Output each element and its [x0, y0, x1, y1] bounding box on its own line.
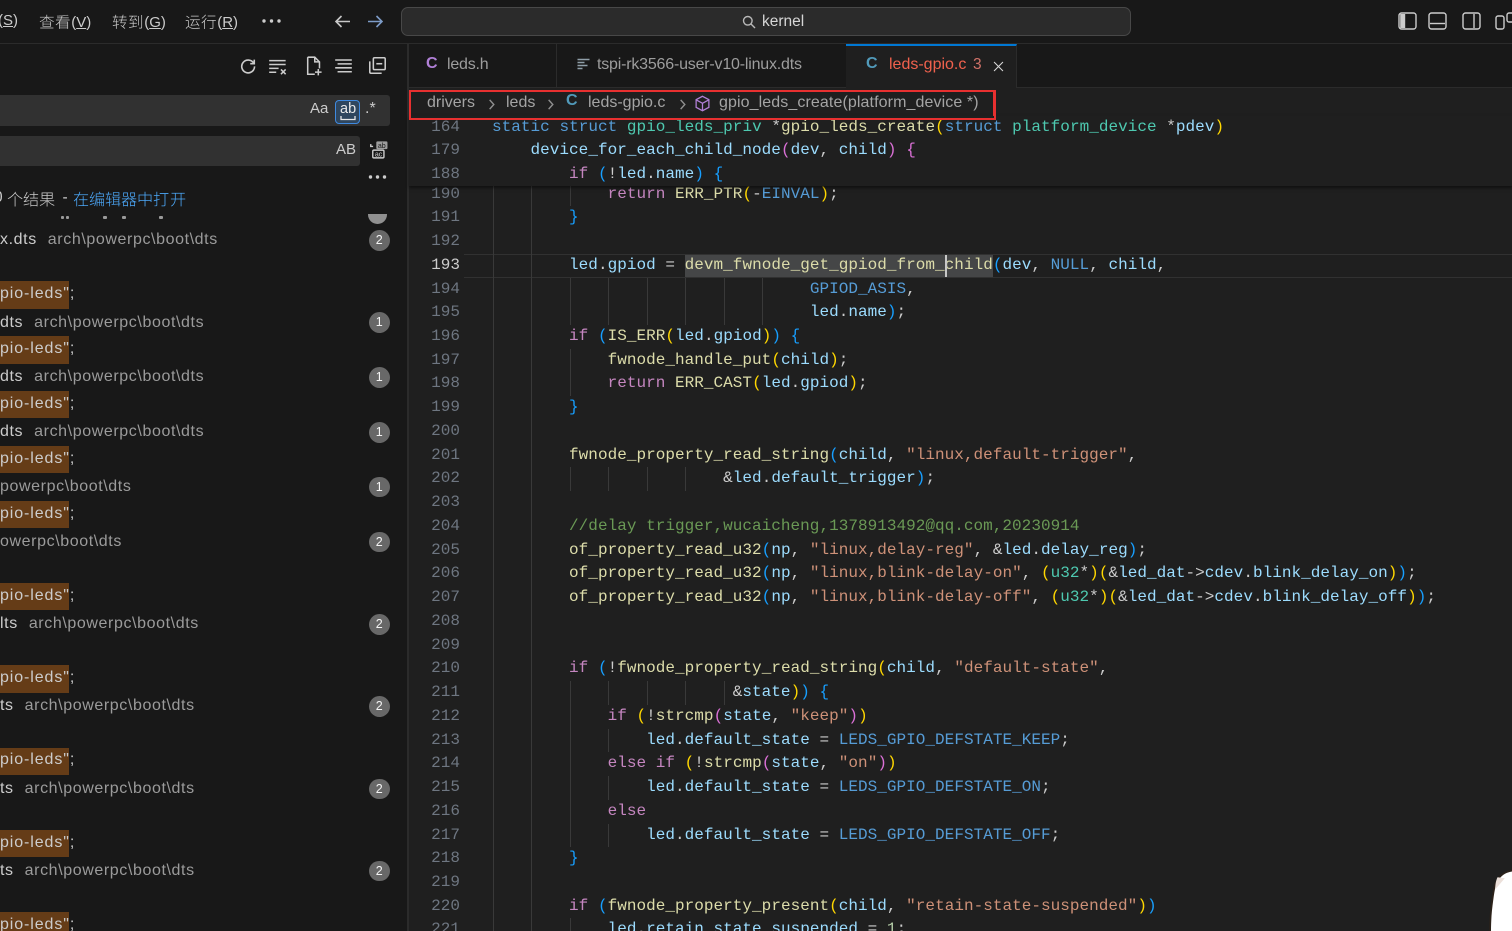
svg-text:ac: ac [375, 151, 383, 158]
svg-text:ab: ab [378, 143, 386, 150]
